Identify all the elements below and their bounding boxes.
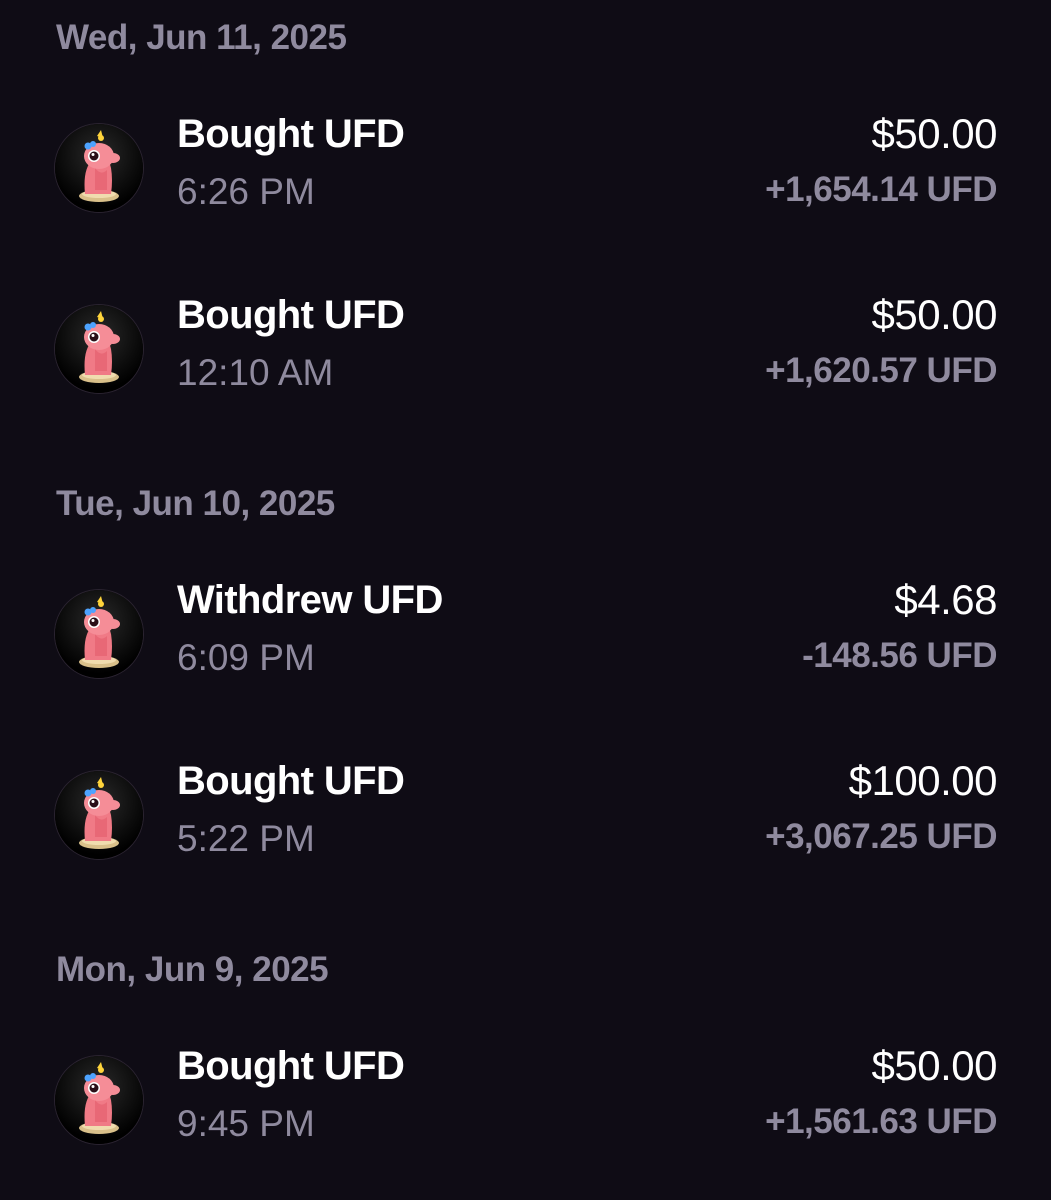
transaction-title: Bought UFD xyxy=(177,759,405,803)
transaction-title: Bought UFD xyxy=(177,112,405,156)
transaction-amount: $4.68 xyxy=(894,576,997,623)
transaction-row[interactable]: Bought UFD 12:10 AM $50.00 +1,620.57 UFD xyxy=(0,291,1051,401)
ufd-token-icon xyxy=(55,771,143,859)
transaction-title: Withdrew UFD xyxy=(177,578,443,622)
transaction-time: 6:26 PM xyxy=(177,171,315,212)
ufd-token-icon xyxy=(55,305,143,393)
transaction-time: 5:22 PM xyxy=(177,818,315,859)
ufd-token-icon xyxy=(55,124,143,212)
transaction-row[interactable]: Bought UFD 5:22 PM $100.00 +3,067.25 UFD xyxy=(0,757,1051,867)
transaction-row[interactable]: Withdrew UFD 6:09 PM $4.68 -148.56 UFD xyxy=(0,576,1051,686)
transaction-token-delta: -148.56 UFD xyxy=(802,636,997,675)
transaction-title: Bought UFD xyxy=(177,293,405,337)
transaction-time: 12:10 AM xyxy=(177,352,334,393)
ufd-token-icon xyxy=(55,1056,143,1144)
transaction-time: 6:09 PM xyxy=(177,637,315,678)
transaction-amount: $50.00 xyxy=(871,110,998,157)
date-header: Wed, Jun 11, 2025 xyxy=(56,18,347,57)
transaction-token-delta: +1,620.57 UFD xyxy=(765,351,997,390)
transaction-time: 9:45 PM xyxy=(177,1103,315,1144)
date-header: Mon, Jun 9, 2025 xyxy=(56,950,329,989)
transaction-title: Bought UFD xyxy=(177,1044,405,1088)
transaction-row[interactable]: Bought UFD 6:26 PM $50.00 +1,654.14 UFD xyxy=(0,110,1051,220)
transaction-amount: $50.00 xyxy=(871,1042,998,1089)
ufd-token-icon xyxy=(55,590,143,678)
transaction-token-delta: +3,067.25 UFD xyxy=(765,817,997,856)
transaction-amount: $50.00 xyxy=(871,291,998,338)
transaction-history: Wed, Jun 11, 2025 Bought UFD 6:26 PM $50… xyxy=(0,0,1051,1200)
transaction-amount: $100.00 xyxy=(848,757,998,804)
transaction-token-delta: +1,654.14 UFD xyxy=(765,170,997,209)
transaction-token-delta: +1,561.63 UFD xyxy=(765,1102,997,1141)
date-header: Tue, Jun 10, 2025 xyxy=(56,484,335,523)
transaction-row[interactable]: Bought UFD 9:45 PM $50.00 +1,561.63 UFD xyxy=(0,1042,1051,1152)
